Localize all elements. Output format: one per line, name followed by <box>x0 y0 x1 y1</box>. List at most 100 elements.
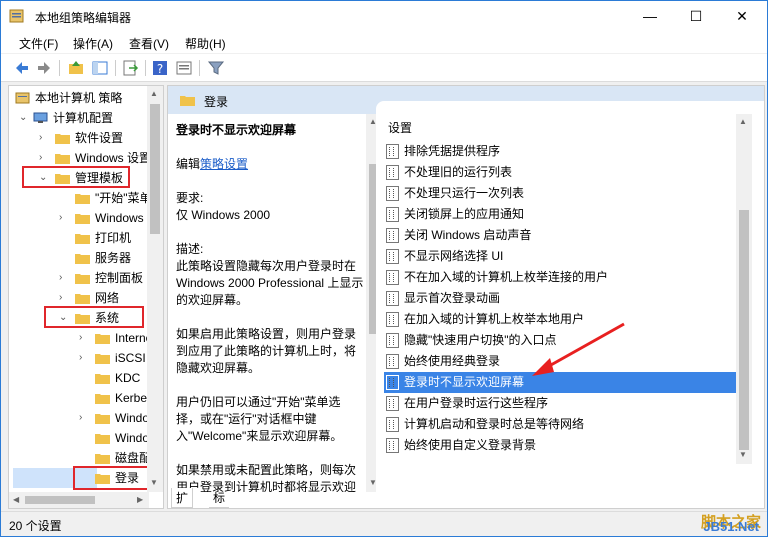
policy-icon <box>386 270 399 285</box>
back-icon[interactable] <box>13 59 31 77</box>
folder-icon <box>95 454 110 464</box>
chevron-right-icon[interactable]: › <box>79 348 89 368</box>
requirements-value: 仅 Windows 2000 <box>176 208 271 222</box>
folder-icon <box>95 354 110 364</box>
chevron-down-icon[interactable]: ⌄ <box>19 108 29 128</box>
description-panel: 登录时不显示欢迎屏幕 编辑策略设置 要求: 仅 Windows 2000 描述:… <box>168 114 373 492</box>
scroll-up-icon[interactable]: ▲ <box>739 117 747 126</box>
tree-horizontal-scrollbar[interactable]: ◀ ▶ <box>9 492 149 508</box>
policy-icon <box>386 207 399 222</box>
list-item[interactable]: 不处理旧的运行列表 <box>384 162 744 183</box>
minimize-button[interactable]: — <box>627 1 673 31</box>
chevron-right-icon[interactable]: › <box>79 328 89 348</box>
maximize-button[interactable]: ☐ <box>673 1 719 31</box>
policy-icon <box>386 438 399 453</box>
policy-icon <box>386 291 399 306</box>
folder-icon <box>75 254 90 264</box>
folder-icon <box>95 334 110 344</box>
folder-icon <box>55 154 70 164</box>
policy-icon <box>386 249 399 264</box>
chevron-right-icon[interactable]: › <box>39 148 49 168</box>
folder-icon <box>75 294 90 304</box>
window-title: 本地组策略编辑器 <box>35 11 132 25</box>
status-bar: 20 个设置 脚本之家 <box>1 511 767 536</box>
list-item[interactable]: 排除凭据提供程序 <box>384 141 744 162</box>
scroll-down-icon[interactable]: ▼ <box>739 450 747 459</box>
show-tree-icon[interactable] <box>91 59 109 77</box>
menu-action[interactable]: 操作(A) <box>73 35 113 52</box>
list-scrollbar[interactable]: ▲ ▼ <box>736 114 752 464</box>
enabled-text: 如果启用此策略设置，则用户登录到应用了此策略的计算机上时，将隐藏欢迎屏幕。 <box>176 327 357 375</box>
scroll-up-icon[interactable]: ▲ <box>150 89 158 98</box>
filter-icon[interactable] <box>207 59 225 77</box>
folder-icon <box>75 194 90 204</box>
policy-icon <box>386 228 399 243</box>
menu-help[interactable]: 帮助(H) <box>185 35 226 52</box>
toolbar-divider <box>199 60 200 76</box>
folder-icon <box>55 134 70 144</box>
description-label: 描述: <box>176 242 204 256</box>
list-item[interactable]: 关闭锁屏上的应用通知 <box>384 204 744 225</box>
policy-icon <box>386 186 399 201</box>
chevron-right-icon[interactable]: › <box>59 208 69 228</box>
user-text: 用户仍旧可以通过"开始"菜单选择，或在"运行"对话框中键入"Welcome"来显… <box>176 395 343 443</box>
settings-list: 设置 排除凭据提供程序 不处理旧的运行列表 不处理只运行一次列表 关闭锁屏上的应… <box>376 101 764 492</box>
chevron-right-icon[interactable]: › <box>59 268 69 288</box>
policy-icon <box>386 144 399 159</box>
folder-icon <box>75 234 90 244</box>
policy-icon <box>386 165 399 180</box>
window: 本地组策略编辑器 — ☐ ✕ 文件(F) 操作(A) 查看(V) 帮助(H) ?… <box>0 0 768 537</box>
list-item[interactable]: 关闭 Windows 启动声音 <box>384 225 744 246</box>
help-icon[interactable]: ? <box>151 59 169 77</box>
highlight-logon <box>73 466 151 490</box>
menu-file[interactable]: 文件(F) <box>19 35 58 52</box>
forward-icon[interactable] <box>35 59 53 77</box>
close-button[interactable]: ✕ <box>719 1 765 31</box>
tree-scroll-thumb[interactable] <box>150 104 160 234</box>
tab-extended[interactable]: 扩展 <box>171 488 194 525</box>
title-bar: 本地组策略编辑器 — ☐ ✕ <box>1 1 767 31</box>
policy-icon <box>386 312 399 327</box>
policy-editor-icon <box>9 9 24 23</box>
list-item[interactable]: 不显示网络选择 UI <box>384 246 744 267</box>
policy-icon <box>386 333 399 348</box>
toolbar: ? <box>1 54 767 82</box>
policy-icon <box>386 375 399 390</box>
tree-vertical-scrollbar[interactable]: ▲ ▼ <box>147 86 163 492</box>
tab-standard[interactable]: 标准 <box>209 488 230 525</box>
menu-bar: 文件(F) 操作(A) 查看(V) 帮助(H) <box>1 31 767 53</box>
policy-icon <box>386 417 399 432</box>
up-folder-icon[interactable] <box>67 59 85 77</box>
folder-icon <box>75 274 90 284</box>
folder-icon <box>95 414 110 424</box>
list-item[interactable]: 显示首次登录动画 <box>384 288 744 309</box>
export-icon[interactable] <box>121 59 139 77</box>
column-header-setting[interactable]: 设置 <box>388 119 412 136</box>
policy-icon <box>386 354 399 369</box>
folder-icon <box>95 394 110 404</box>
svg-text:?: ? <box>157 62 163 76</box>
chevron-right-icon[interactable]: › <box>79 408 89 428</box>
description-text: 此策略设置隐藏每次用户登录时在 Windows 2000 Professiona… <box>176 259 364 307</box>
list-item[interactable]: 计算机启动和登录时总是等待网络 <box>384 414 744 435</box>
menu-view[interactable]: 查看(V) <box>129 35 169 52</box>
toolbar-divider <box>115 60 116 76</box>
policy-title: 登录时不显示欢迎屏幕 <box>176 123 297 137</box>
scroll-left-icon[interactable]: ◀ <box>13 495 19 504</box>
list-item[interactable]: 始终使用自定义登录背景 <box>384 435 744 456</box>
edit-policy-line: 编辑策略设置 <box>176 157 249 171</box>
properties-icon[interactable] <box>175 59 193 77</box>
chevron-right-icon[interactable]: › <box>59 288 69 308</box>
scroll-right-icon[interactable]: ▶ <box>137 495 143 504</box>
tree-hscroll-thumb[interactable] <box>25 496 95 504</box>
tree-pane: 本地计算机 策略 ⌄ 计算机配置 › 软件设置 › Windows 设置 ⌄ 管… <box>8 85 164 509</box>
list-item[interactable]: 在用户登录时运行这些程序 <box>384 393 744 414</box>
edit-policy-link[interactable]: 策略设置 <box>200 157 248 171</box>
chevron-right-icon[interactable]: › <box>39 128 49 148</box>
list-item[interactable]: 不处理只运行一次列表 <box>384 183 744 204</box>
computer-policy-icon <box>15 92 30 104</box>
pane-header-title: 登录 <box>204 95 229 109</box>
list-item[interactable]: 不在加入域的计算机上枚举连接的用户 <box>384 267 744 288</box>
list-scroll-thumb[interactable] <box>739 210 749 450</box>
scroll-down-icon[interactable]: ▼ <box>150 478 158 487</box>
